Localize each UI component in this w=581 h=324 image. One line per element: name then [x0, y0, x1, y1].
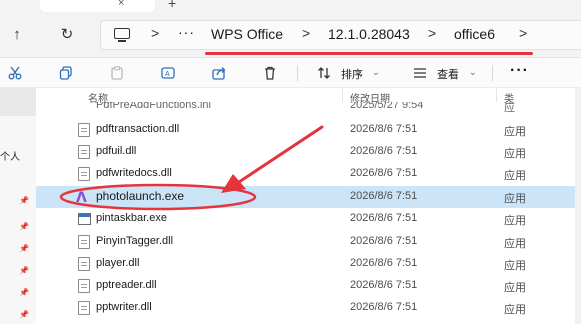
pin-icon[interactable]: 📌 — [19, 196, 29, 206]
file-icon — [78, 123, 90, 137]
chevron-right-icon: > — [428, 25, 437, 41]
file-type: 应用 — [504, 304, 526, 316]
command-bar: A 排序 ⌄ 查看 ⌄ ··· — [0, 58, 581, 88]
file-name: player.dll — [96, 257, 140, 269]
file-date: 2026/8/6 7:51 — [350, 123, 418, 135]
file-row[interactable]: pdfuil.dll 2026/8/6 7:51 应用 — [36, 141, 581, 163]
svg-text:A: A — [165, 71, 170, 78]
column-divider[interactable] — [342, 88, 343, 102]
file-icon — [78, 257, 90, 271]
chevron-right-icon[interactable]: > — [519, 25, 527, 41]
refresh-icon[interactable]: ↻ — [55, 22, 79, 46]
file-date: 2026/8/6 7:51 — [350, 257, 418, 269]
photo-app-icon: ᐱ — [76, 189, 87, 205]
file-icon — [78, 301, 90, 315]
toolbar-divider — [297, 65, 298, 81]
rename-icon[interactable]: A — [158, 64, 178, 82]
chevron-down-icon: ⌄ — [469, 67, 477, 77]
breadcrumb-item-office6[interactable]: office6 — [454, 26, 495, 42]
pin-icon[interactable]: 📌 — [19, 288, 29, 298]
file-name: PdfPreAddFunctions.ini — [96, 102, 211, 111]
file-row[interactable]: pdfwritedocs.dll 2026/8/6 7:51 应用 — [36, 163, 581, 185]
file-list: 名称 修改日期 类 PdfPreAddFunctions.ini 2025/5/… — [36, 88, 581, 324]
share-icon[interactable] — [209, 64, 229, 82]
annotation-underline — [205, 52, 533, 55]
file-type: 应用 — [504, 170, 526, 182]
chevron-down-icon: ⌄ — [372, 67, 380, 77]
computer-icon — [114, 28, 130, 39]
tab-close-icon[interactable]: × — [118, 0, 124, 9]
file-name: pdftransaction.dll — [96, 123, 180, 135]
up-arrow-icon[interactable]: ↑ — [5, 22, 29, 46]
file-date: 2025/5/27 9:54 — [350, 102, 424, 111]
file-row[interactable]: player.dll 2026/8/6 7:51 应用 — [36, 253, 581, 275]
copy-icon[interactable] — [56, 64, 76, 82]
new-tab-icon[interactable]: + — [168, 0, 176, 11]
sort-button[interactable]: 排序 — [341, 66, 363, 82]
file-type: 应用 — [504, 193, 526, 205]
exe-icon — [78, 213, 91, 225]
file-icon — [78, 167, 90, 181]
file-name: pintaskbar.exe — [96, 212, 167, 224]
delete-icon[interactable] — [260, 64, 280, 82]
file-type: 应用 — [504, 260, 526, 272]
navigation-pane: 个人 📌 📌 📌 📌 📌 📌 — [0, 88, 36, 324]
file-row-selected[interactable]: ᐱ photolaunch.exe 2026/8/6 7:51 应用 — [36, 186, 581, 208]
file-date: 2026/8/6 7:51 — [350, 190, 418, 202]
breadcrumb-item-version[interactable]: 12.1.0.28043 — [328, 26, 410, 42]
more-options-button[interactable]: ··· — [510, 62, 529, 80]
file-row[interactable]: pdftransaction.dll 2026/8/6 7:51 应用 — [36, 119, 581, 141]
file-row[interactable]: PdfPreAddFunctions.ini 2025/5/27 9:54 应 — [36, 102, 581, 112]
file-name: pptwriter.dll — [96, 301, 152, 313]
pin-icon[interactable]: 📌 — [19, 222, 29, 232]
nav-selected-item[interactable] — [0, 88, 36, 116]
more-breadcrumbs-button[interactable]: ··· — [178, 24, 195, 40]
file-type: 应 — [504, 102, 515, 112]
view-icon[interactable] — [410, 64, 430, 82]
paste-icon[interactable] — [107, 64, 127, 82]
file-row[interactable]: pintaskbar.exe 2026/8/6 7:51 应用 — [36, 208, 581, 230]
file-date: 2026/8/6 7:51 — [350, 145, 418, 157]
file-type: 应用 — [504, 215, 526, 227]
tab-current[interactable] — [40, 0, 155, 12]
nav-item-personal[interactable]: 个人 — [0, 148, 20, 163]
file-row[interactable]: pptwriter.dll 2026/8/6 7:51 应用 — [36, 297, 581, 319]
sort-icon[interactable] — [314, 64, 334, 82]
file-date: 2026/8/6 7:51 — [350, 301, 418, 313]
toolbar-divider — [492, 65, 493, 81]
file-icon — [78, 279, 90, 293]
pin-icon[interactable]: 📌 — [19, 266, 29, 276]
file-type: 应用 — [504, 282, 526, 294]
file-name: PinyinTagger.dll — [96, 235, 174, 247]
column-divider[interactable] — [496, 88, 497, 102]
computer-icon-stand — [118, 40, 126, 42]
view-button[interactable]: 查看 — [437, 66, 459, 82]
file-type: 应用 — [504, 148, 526, 160]
file-row[interactable]: pptreader.dll 2026/8/6 7:51 应用 — [36, 275, 581, 297]
file-type: 应用 — [504, 238, 526, 250]
pin-icon[interactable]: 📌 — [19, 310, 29, 320]
breadcrumb-item-wps-office[interactable]: WPS Office — [211, 26, 283, 42]
file-type: 应用 — [504, 126, 526, 138]
file-date: 2026/8/6 7:51 — [350, 212, 418, 224]
file-date: 2026/8/6 7:51 — [350, 167, 418, 179]
chevron-right-icon: > — [302, 25, 311, 41]
tab-strip: × + — [0, 0, 581, 12]
chevron-right-icon: > — [151, 25, 160, 41]
file-name: pdfwritedocs.dll — [96, 167, 172, 179]
file-icon — [78, 145, 90, 159]
address-bar-row: ↑ ↻ > ··· WPS Office > 12.1.0.28043 > of… — [0, 12, 581, 58]
file-row[interactable]: PinyinTagger.dll 2026/8/6 7:51 应用 — [36, 231, 581, 253]
file-name: photolaunch.exe — [96, 189, 185, 203]
cut-icon[interactable] — [5, 64, 25, 82]
scrollbar[interactable] — [575, 88, 581, 324]
file-icon — [78, 235, 90, 249]
file-date: 2026/8/6 7:51 — [350, 235, 418, 247]
pin-icon[interactable]: 📌 — [19, 244, 29, 254]
file-name: pptreader.dll — [96, 279, 157, 291]
file-date: 2026/8/6 7:51 — [350, 279, 418, 291]
file-name: pdfuil.dll — [96, 145, 137, 157]
